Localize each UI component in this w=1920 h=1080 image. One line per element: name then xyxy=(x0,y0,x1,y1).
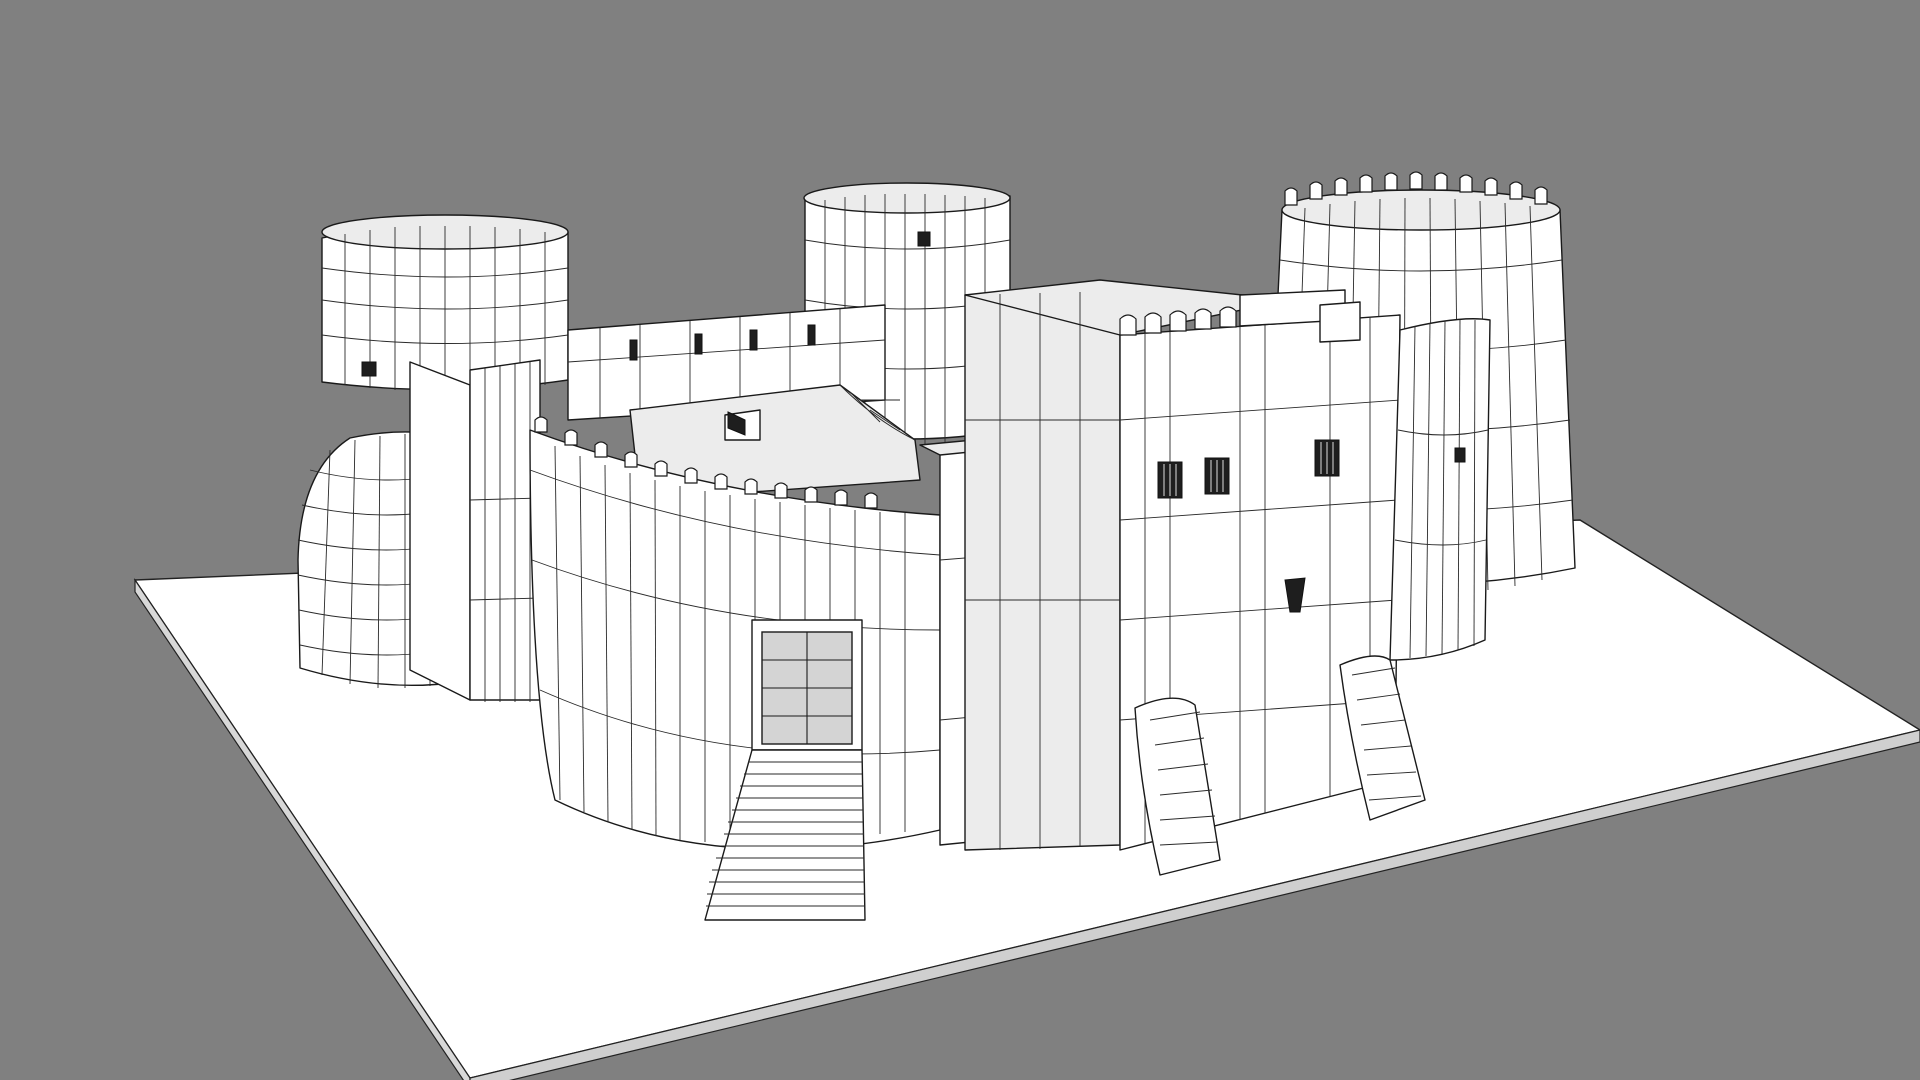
fort-wireframe-render xyxy=(133,171,1920,1080)
front-gate-door xyxy=(751,619,863,751)
right-bastion xyxy=(1389,318,1491,661)
3d-viewport[interactable] xyxy=(0,0,1920,1080)
left-wall-section xyxy=(409,359,541,702)
